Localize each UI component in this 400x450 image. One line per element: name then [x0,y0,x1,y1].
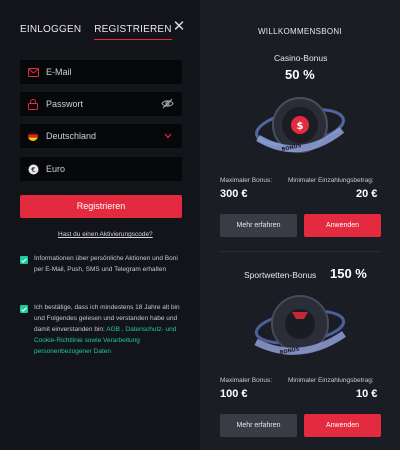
password-input[interactable] [46,99,146,109]
svg-text:$: $ [297,121,304,132]
sports-min-deposit-value: 10 € [356,388,378,400]
currency-select[interactable]: € Euro [20,157,182,181]
casino-max-bonus-value: 300 € [220,188,248,200]
country-select[interactable]: Deutschland [20,124,182,148]
eye-off-icon[interactable] [161,98,174,111]
checkmark-icon [21,257,27,263]
svg-text:€: € [31,166,35,174]
sports-apply-button[interactable]: Anwenden [304,414,381,437]
sports-more-button[interactable]: Mehr erfahren [220,414,297,437]
sports-ball-illustration: BONUS [254,295,346,356]
currency-value: Euro [46,164,66,174]
bonus-panel-title: WILLKOMMENSBONI [257,27,343,36]
casino-max-bonus-label: Maximaler Bonus: [220,177,273,184]
consent-terms-text: Ich bestätige, dass ich mindestens 18 Ja… [34,302,184,357]
casino-more-button[interactable]: Mehr erfahren [220,214,297,237]
chevron-down-icon [164,131,172,141]
country-value: Deutschland [46,131,97,141]
consent-terms-checkbox[interactable] [20,305,28,313]
checkmark-icon [21,306,27,312]
activation-code-link[interactable]: Hast du einen Aktivierungscode? [58,231,153,238]
casino-bonus-percent: 50 % [285,67,315,82]
casino-apply-button[interactable]: Anwenden [304,214,381,237]
tab-login[interactable]: EINLOGGEN [20,24,81,40]
auth-tabs: EINLOGGEN REGISTRIEREN [20,24,172,40]
consent-marketing-text: Informationen über persönliche Aktionen … [34,255,178,273]
mail-icon [27,66,39,78]
casino-min-deposit-label: Minimaler Einzahlungsbetrag: [288,177,374,184]
sports-max-bonus-value: 100 € [220,388,248,400]
germany-flag-icon [27,130,39,142]
password-field[interactable] [20,92,182,116]
email-input[interactable] [46,67,146,77]
sports-bonus-name: Sportwetten-Bonus [244,270,317,280]
casino-min-deposit-value: 20 € [356,188,378,200]
sports-max-bonus-label: Maximaler Bonus: [220,377,273,384]
lock-icon [27,98,39,110]
sports-min-deposit-label: Minimaler Einzahlungsbetrag: [288,377,374,384]
close-icon[interactable]: ✕ [172,19,186,34]
email-field[interactable] [20,60,182,84]
euro-icon: € [27,163,39,175]
casino-bonus-name: Casino-Bonus [274,53,328,63]
register-button[interactable]: Registrieren [20,195,182,218]
bonus-divider [220,251,380,252]
consent-marketing-checkbox[interactable] [20,256,28,264]
sports-bonus-percent: 150 % [330,266,367,281]
tab-register[interactable]: REGISTRIEREN [94,24,172,40]
casino-chip-illustration: $ BONUS [255,97,345,153]
